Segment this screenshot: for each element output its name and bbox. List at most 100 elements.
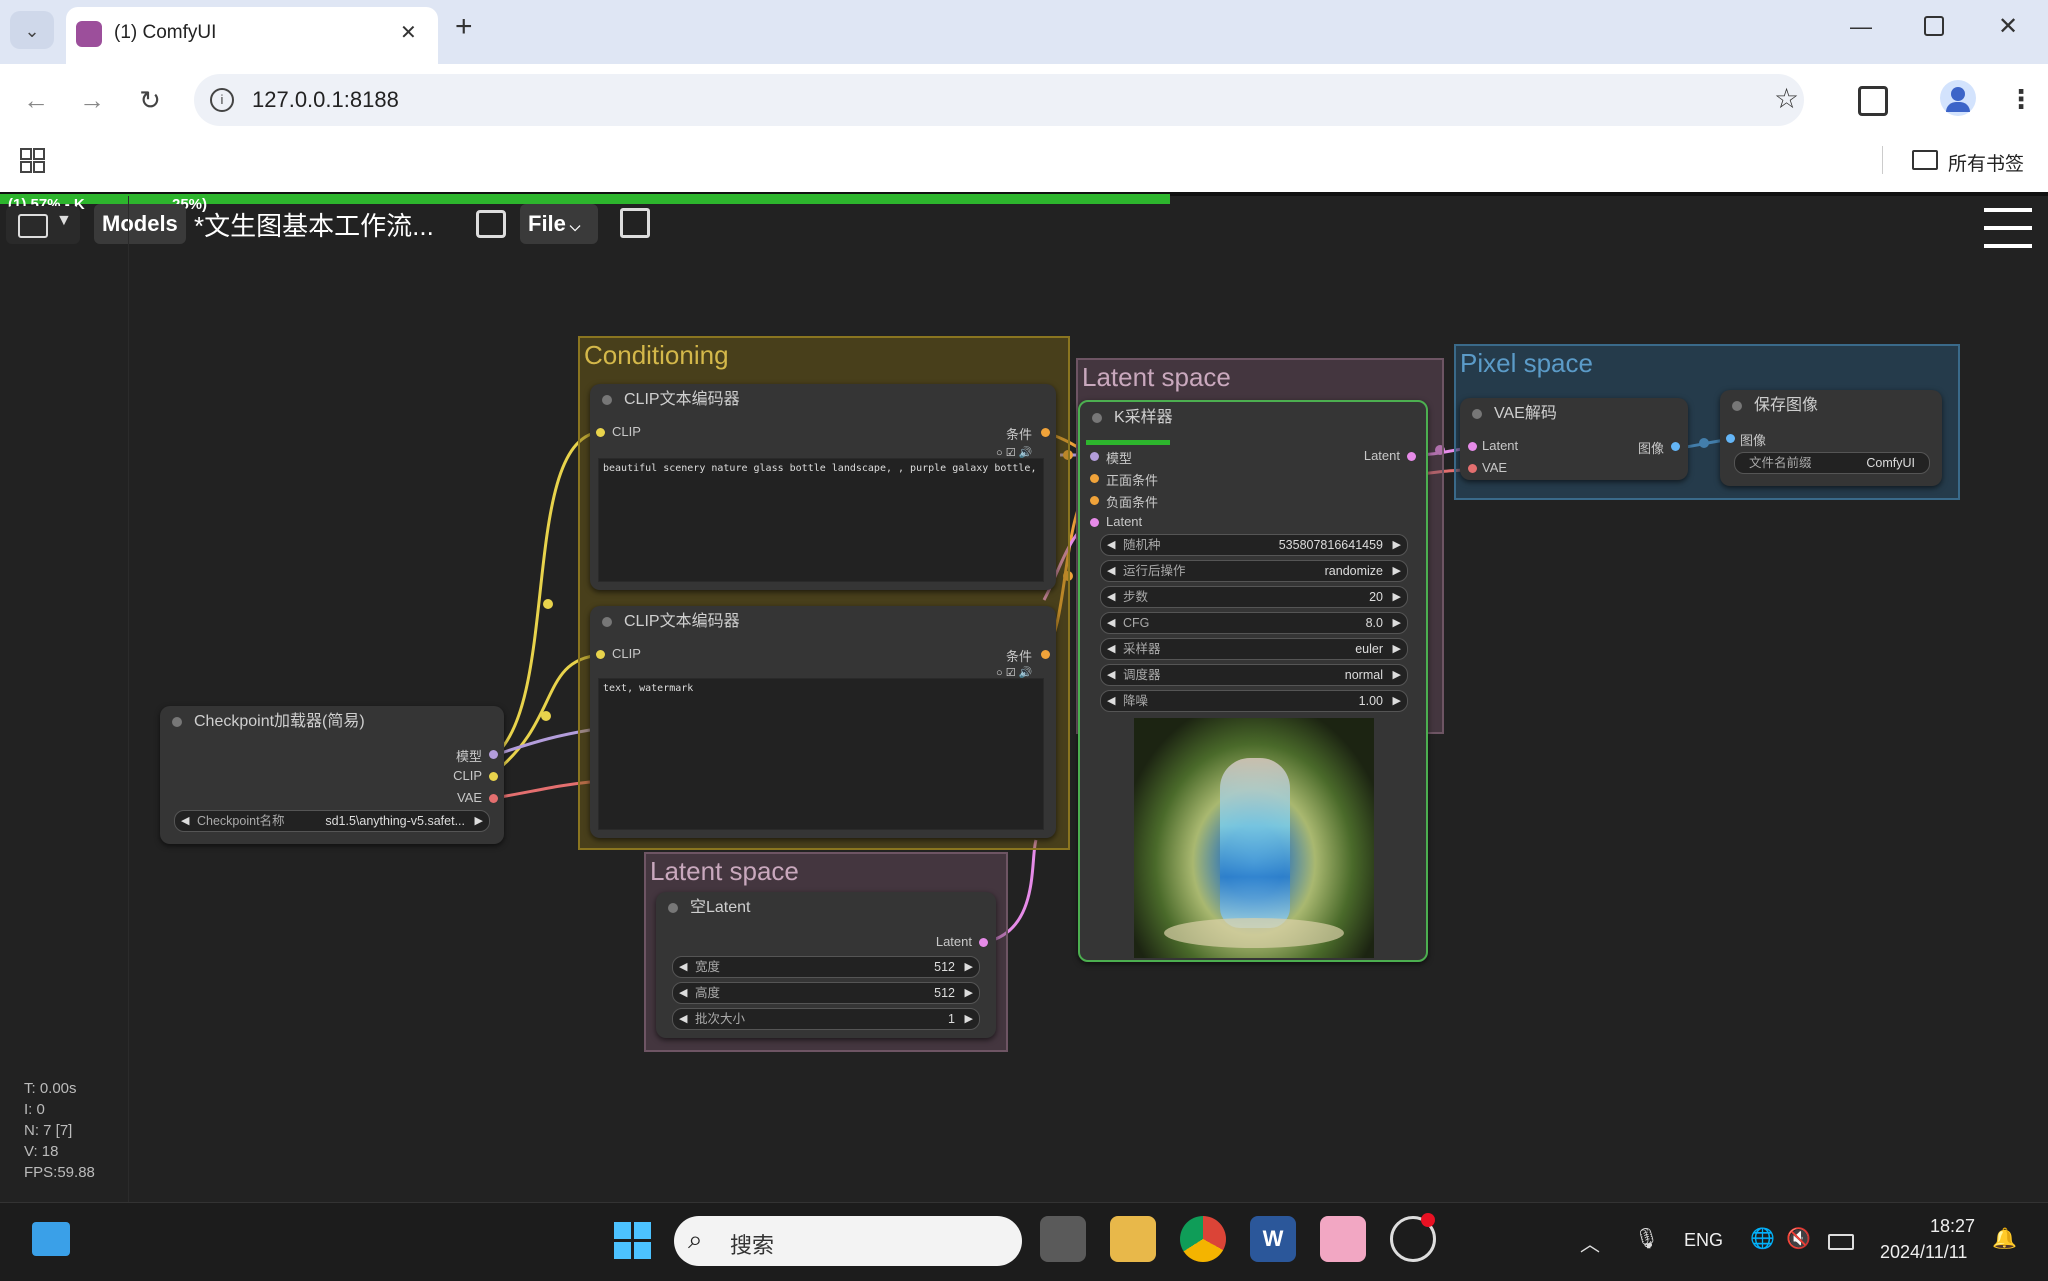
widget-label: 调度器 <box>1123 668 1161 682</box>
anime-app-icon[interactable] <box>1320 1216 1366 1262</box>
prompt-textarea[interactable]: beautiful scenery nature glass bottle la… <box>598 458 1044 582</box>
obs-icon[interactable] <box>1390 1213 1436 1262</box>
chevron-up-icon[interactable]: ︿ <box>1580 1228 1600 1257</box>
task-view-icon[interactable] <box>1040 1216 1086 1262</box>
start-windows-icon[interactable] <box>614 1222 652 1260</box>
clock-time[interactable]: 18:27 <box>1930 1216 1975 1237</box>
widget-label: 步数 <box>1123 590 1149 604</box>
input-language[interactable]: ENG <box>1684 1230 1723 1251</box>
widget-value: euler <box>1355 642 1383 656</box>
bottle-shape <box>1220 758 1290 928</box>
prompt-textarea[interactable]: text, watermark <box>598 678 1044 830</box>
node-clip-text-encode-positive[interactable]: CLIP文本编码器 CLIP 条件 ○ ☑ 🔊 beautiful scener… <box>590 384 1056 590</box>
word-icon[interactable]: W <box>1250 1216 1296 1262</box>
clock-date[interactable]: 2024/11/11 <box>1880 1242 1967 1263</box>
node-title: 保存图像 <box>1720 390 1942 422</box>
widget-label: CFG <box>1123 616 1150 630</box>
latent-output-socket[interactable] <box>979 938 988 947</box>
widget-label: 降噪 <box>1123 694 1149 708</box>
sampler-widget[interactable]: ◀ 采样器 euler ▶ <box>1100 638 1408 660</box>
windows-taskbar <box>0 1202 2048 1281</box>
group-title: Pixel space <box>1460 348 1593 378</box>
widgets-icon[interactable] <box>32 1222 70 1256</box>
filename-prefix-widget[interactable]: 文件名前缀 ComfyUI <box>1734 452 1930 474</box>
cfg-widget[interactable]: ◀ CFG 8.0 ▶ <box>1100 612 1408 634</box>
node-empty-latent[interactable]: 空Latent Latent ◀ 宽度 512 ▶ ◀ 高度 512 ▶ ◀ 批次大小 1 ▶ <box>656 892 996 1038</box>
stat-v: V: 18 <box>24 1143 59 1160</box>
control-after-generate-widget[interactable]: ◀ 运行后操作 randomize ▶ <box>1100 560 1408 582</box>
node-clip-text-encode-negative[interactable]: CLIP文本编码器 CLIP 条件 ○ ☑ 🔊 text, watermark <box>590 606 1056 838</box>
model-input-socket[interactable] <box>1090 452 1099 461</box>
conditioning-output-socket[interactable] <box>1041 428 1050 437</box>
negative-input-socket[interactable] <box>1090 496 1099 505</box>
image-output-socket[interactable] <box>1671 442 1680 451</box>
conditioning-output-socket[interactable] <box>1041 650 1050 659</box>
widget-value: randomize <box>1324 564 1383 578</box>
widget-value: 1 <box>948 1012 955 1026</box>
batch-size-widget[interactable]: ◀ 批次大小 1 ▶ <box>672 1008 980 1030</box>
search-icon: ⌕ <box>688 1224 703 1254</box>
node-ksampler[interactable]: K采样器 模型 正面条件 负面条件 Latent Latent ◀ 随机种 5358… <box>1078 400 1428 962</box>
widget-value: 1.00 <box>1358 694 1383 708</box>
node-title: CLIP文本编码器 <box>590 384 1056 416</box>
node-vae-decode[interactable]: VAE解码 Latent VAE 图像 <box>1460 398 1688 480</box>
vae-output-label: VAE <box>456 790 482 805</box>
file-explorer-icon[interactable] <box>1110 1216 1156 1262</box>
stat-time: T: 0.00s <box>24 1080 77 1097</box>
taskbar-search-box[interactable]: ⌕ 搜索 <box>674 1216 1022 1266</box>
latent-output-socket[interactable] <box>1407 452 1416 461</box>
vae-input-socket[interactable] <box>1468 464 1477 473</box>
group-title: Latent space <box>650 856 799 886</box>
speaker-muted-icon[interactable]: 🔇 <box>1786 1226 1811 1251</box>
model-output-socket[interactable] <box>489 750 498 759</box>
widget-value: ComfyUI <box>1866 456 1915 470</box>
widget-label: 宽度 <box>695 960 721 974</box>
node-save-image[interactable]: 保存图像 图像 文件名前缀 ComfyUI <box>1720 390 1942 486</box>
latent-input-socket[interactable] <box>1468 442 1477 451</box>
search-placeholder: 搜索 <box>730 1233 775 1258</box>
denoise-widget[interactable]: ◀ 降噪 1.00 ▶ <box>1100 690 1408 712</box>
height-widget[interactable]: ◀ 高度 512 ▶ <box>672 982 980 1004</box>
widget-value: 535807816641459 <box>1278 538 1383 552</box>
notification-bell-icon[interactable]: 🔔 <box>1992 1226 2017 1251</box>
seed-widget[interactable]: ◀ 随机种 535807816641459 ▶ <box>1100 534 1408 556</box>
clip-input-socket[interactable] <box>596 428 605 437</box>
microphone-icon[interactable]: 🎙 <box>1634 1226 1659 1251</box>
model-input-label: 模型 <box>1106 451 1133 466</box>
clip-output-socket[interactable] <box>489 772 498 781</box>
vae-input-label: VAE <box>1482 460 1508 475</box>
preview-image <box>1134 718 1374 958</box>
steps-widget[interactable]: ◀ 步数 20 ▶ <box>1100 586 1408 608</box>
widget-value: 512 <box>934 986 955 1000</box>
width-widget[interactable]: ◀ 宽度 512 ▶ <box>672 956 980 978</box>
widget-label: 批次大小 <box>695 1012 746 1026</box>
latent-input-socket[interactable] <box>1090 518 1099 527</box>
widget-label: 文件名前缀 <box>1749 456 1812 470</box>
conditioning-output-label: 条件 <box>1005 649 1032 664</box>
widget-value: normal <box>1344 668 1383 682</box>
chrome-icon[interactable] <box>1180 1216 1226 1262</box>
ground-shape <box>1164 918 1344 948</box>
node-progress-bar <box>1086 440 1170 445</box>
checkpoint-name-widget[interactable]: ◀ Checkpoint名称 sd1.5\anything-v5.safet...… <box>174 810 490 832</box>
node-title: CLIP文本编码器 <box>590 606 1056 638</box>
stat-nodes: N: 7 [7] <box>24 1122 73 1139</box>
scheduler-widget[interactable]: ◀ 调度器 normal ▶ <box>1100 664 1408 686</box>
network-icon[interactable]: 🌐 <box>1750 1226 1775 1251</box>
stat-i: I: 0 <box>24 1101 45 1118</box>
battery-icon[interactable] <box>1828 1234 1854 1250</box>
widget-label: 采样器 <box>1123 642 1161 656</box>
vae-output-socket[interactable] <box>489 794 498 803</box>
model-output-label: 模型 <box>455 749 482 764</box>
image-input-socket[interactable] <box>1726 434 1735 443</box>
clip-input-socket[interactable] <box>596 650 605 659</box>
positive-input-socket[interactable] <box>1090 474 1099 483</box>
node-title: 空Latent <box>656 892 996 924</box>
node-checkpoint-loader[interactable]: Checkpoint加载器(简易) 模型 CLIP VAE ◀ Checkpoin… <box>160 706 504 844</box>
clip-input-label: CLIP <box>612 424 641 439</box>
widget-value: 512 <box>934 960 955 974</box>
node-title: VAE解码 <box>1460 398 1688 430</box>
widget-label: 随机种 <box>1123 538 1161 552</box>
latent-output-label: Latent <box>935 934 972 949</box>
group-title: Conditioning <box>584 340 729 370</box>
